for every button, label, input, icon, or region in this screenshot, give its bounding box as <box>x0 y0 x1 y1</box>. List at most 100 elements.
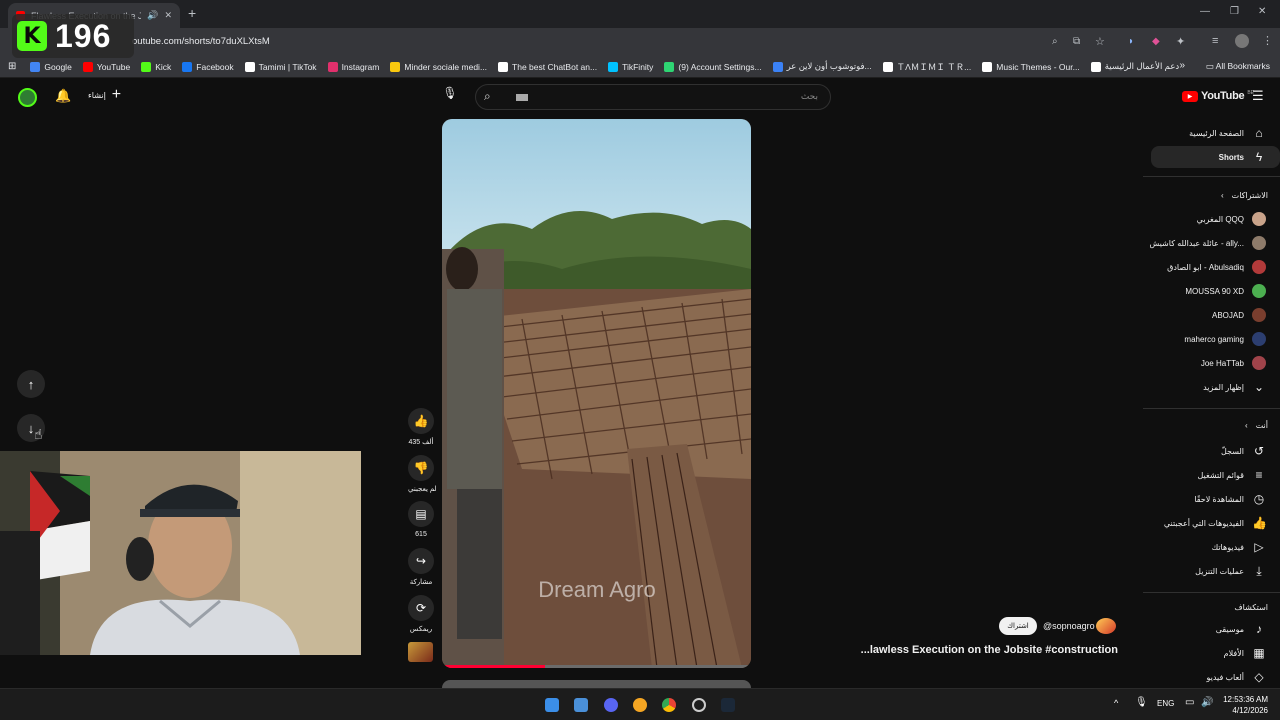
bookmark-item[interactable]: ＴΛＭＩＭＩ ＴＲ... <box>882 61 971 73</box>
you-heading[interactable]: ‹ أنت <box>1245 414 1268 436</box>
sidebar-item-label: موسيقى <box>1215 624 1244 634</box>
all-bookmarks-folder[interactable]: ▭ All Bookmarks <box>1206 61 1270 72</box>
maximize-button[interactable]: ❐ <box>1230 6 1239 17</box>
comment-icon[interactable]: ▤ <box>408 501 434 527</box>
sidebar-item-subscription[interactable]: MOUSSA 90 XD <box>1185 280 1266 302</box>
media-control-icon[interactable]: ≡ <box>1212 35 1218 47</box>
windows-start-icon[interactable] <box>545 698 559 712</box>
show-more-button[interactable]: إظهار المزيد ⌄ <box>1203 376 1266 398</box>
settings-icon[interactable] <box>692 698 706 712</box>
search-icon[interactable]: ⌕ <box>484 89 491 104</box>
thumbs-down-icon[interactable]: 👎 <box>408 455 434 481</box>
file-explorer-icon[interactable] <box>574 698 588 712</box>
bookmark-star-icon[interactable]: ☆ <box>1095 35 1105 48</box>
bookmark-item[interactable]: دعم الأعمال الرئيسية <box>1090 61 1179 72</box>
subscriptions-heading[interactable]: ‹ الاشتراكات <box>1221 184 1268 206</box>
remix-action[interactable]: ⟳ ريمكس <box>408 595 434 633</box>
bookmark-item[interactable]: (9) Account Settings... <box>664 61 762 72</box>
bookmark-item[interactable]: Facebook <box>182 61 234 72</box>
notifications-bell-icon[interactable]: 🔔 <box>55 88 71 104</box>
sidebar-item-you[interactable]: قوائم التشغيل ≡ <box>1198 464 1267 486</box>
sidebar-item-subscription[interactable]: المغربي QQQ <box>1197 208 1266 230</box>
tab-audio-icon[interactable]: 🔊 <box>147 10 158 21</box>
microphone-icon[interactable]: 🎙 <box>441 86 459 104</box>
bookmark-item[interactable]: Google <box>30 61 72 72</box>
short-video-player[interactable]: Dream Agro <box>442 119 751 668</box>
sidebar-item-you[interactable]: السجلّ ↺ <box>1221 440 1266 462</box>
bookmark-item[interactable]: The best ChatBot an... <box>498 61 597 72</box>
sidebar-item-subscription[interactable]: ABOJAD <box>1212 304 1266 326</box>
sidebar-item-label: Shorts <box>1218 152 1244 162</box>
bookmark-label: Music Themes - Our... <box>996 61 1080 72</box>
sidebar-item-you[interactable]: المشاهدة لاحقًا ◷ <box>1194 488 1266 510</box>
url-field[interactable]: outube.com/shorts/to7duXLXtsM <box>132 36 270 47</box>
bookmark-item[interactable]: Instagram <box>327 61 379 72</box>
dislike-action[interactable]: 👎 لم يعجبني <box>408 455 437 493</box>
sidebar-item-you[interactable]: الفيديوهات التي أعجبتني 👍 <box>1164 512 1267 534</box>
install-icon[interactable]: ⧉ <box>1073 36 1080 47</box>
profile-avatar[interactable] <box>1235 34 1249 48</box>
network-icon[interactable]: ▭ <box>1185 697 1194 708</box>
bookmark-item[interactable]: Minder sociale medi... <box>390 61 487 72</box>
app-icon[interactable] <box>633 698 647 712</box>
channel-handle[interactable]: @sopnoagro <box>1043 621 1095 631</box>
sidebar-item-shorts[interactable]: Shorts ϟ <box>1219 146 1266 168</box>
bookmark-item[interactable]: Music Themes - Our... <box>982 61 1080 72</box>
video-title[interactable]: ...lawless Execution on the Jobsite #con… <box>861 644 1118 656</box>
language-indicator[interactable]: ENG <box>1157 699 1174 708</box>
zoom-icon[interactable]: ⌕ <box>1052 36 1058 47</box>
share-icon[interactable]: ↪ <box>408 548 434 574</box>
tab-close-icon[interactable]: ✕ <box>164 10 172 21</box>
close-window-button[interactable]: ✕ <box>1258 6 1266 17</box>
sidebar-item-explore[interactable]: موسيقى ♪ <box>1216 618 1266 640</box>
sidebar-item-label: المشاهدة لاحقًا <box>1194 494 1244 504</box>
sidebar-item-home[interactable]: الصفحة الرئيسية ⌂ <box>1189 122 1266 144</box>
sidebar-heading: استكشاف <box>1234 602 1268 612</box>
system-clock[interactable]: 12:53:36 AM 4/12/2026 <box>1223 694 1268 716</box>
extension-icon[interactable]: ◆ <box>1152 36 1160 47</box>
bookmark-item[interactable]: Tamimi | TikTok <box>244 61 317 72</box>
chrome-icon[interactable] <box>662 698 676 712</box>
hamburger-menu-icon[interactable]: ☰ <box>1252 88 1264 104</box>
bookmark-favicon-icon <box>772 61 783 72</box>
bookmark-item[interactable]: Kick <box>141 61 171 72</box>
sidebar-item-you[interactable]: عمليات التنزيل ⤓ <box>1195 560 1266 582</box>
microphone-tray-icon[interactable]: 🎙 <box>1135 697 1148 708</box>
remix-icon[interactable]: ⟳ <box>408 595 434 621</box>
sidebar-item-explore[interactable]: ألعاب فيديو ◇ <box>1206 666 1266 688</box>
extension-icon[interactable]: ◗ <box>1128 36 1134 47</box>
youtube-logo[interactable]: ▶ YouTube BE <box>1182 90 1254 102</box>
tray-chevron-icon[interactable]: ^ <box>1114 698 1118 708</box>
thumbs-up-icon[interactable]: 👍 <box>408 408 434 434</box>
sidebar-item-you[interactable]: فيديوهاتك ▷ <box>1212 536 1266 558</box>
volume-icon[interactable]: 🔊 <box>1201 697 1213 708</box>
search-box[interactable]: ⌕ بحث <box>475 84 831 110</box>
account-avatar[interactable] <box>18 88 37 107</box>
sidebar-item-subscription[interactable]: Joe HaTTab <box>1201 352 1266 374</box>
browser-menu-icon[interactable]: ⋮ <box>1262 34 1273 47</box>
comments-action[interactable]: ▤ 615 <box>408 501 434 538</box>
more-bookmarks-icon[interactable]: » <box>1179 60 1185 71</box>
new-tab-button[interactable]: + <box>188 5 196 21</box>
sidebar-item-subscription[interactable]: عائلة عبدالله كاشيش - ally... <box>1149 232 1266 254</box>
sidebar-item-subscription[interactable]: ابو الصادق - Abulsadiq <box>1167 256 1266 278</box>
sidebar-item-label: الأفلام <box>1223 648 1244 658</box>
subscribe-button[interactable]: اشتراك <box>999 617 1037 635</box>
extensions-puzzle-icon[interactable]: ✦ <box>1176 35 1185 48</box>
sound-thumbnail[interactable] <box>408 642 433 662</box>
sidebar-item-subscription[interactable]: maherco gaming <box>1184 328 1266 350</box>
discord-icon[interactable] <box>604 698 618 712</box>
apps-grid-icon[interactable]: ⊞ <box>8 61 16 72</box>
channel-avatar[interactable] <box>1096 618 1116 634</box>
bookmark-item[interactable]: TikFinity <box>608 61 653 72</box>
minimize-button[interactable]: — <box>1200 6 1210 17</box>
create-button[interactable]: إنشاء + <box>88 87 121 103</box>
steam-icon[interactable] <box>721 698 735 712</box>
like-action[interactable]: 👍 435 ألف <box>408 408 434 446</box>
bookmark-item[interactable]: فوتوشوب أون لاين عر... <box>772 61 872 72</box>
bookmark-item[interactable]: YouTube <box>82 61 130 72</box>
chevron-down-icon: ⌄ <box>1253 380 1265 394</box>
previous-short-button[interactable]: ↑ <box>17 370 45 398</box>
share-action[interactable]: ↪ مشاركة <box>408 548 434 586</box>
sidebar-item-explore[interactable]: الأفلام ▦ <box>1224 642 1266 664</box>
